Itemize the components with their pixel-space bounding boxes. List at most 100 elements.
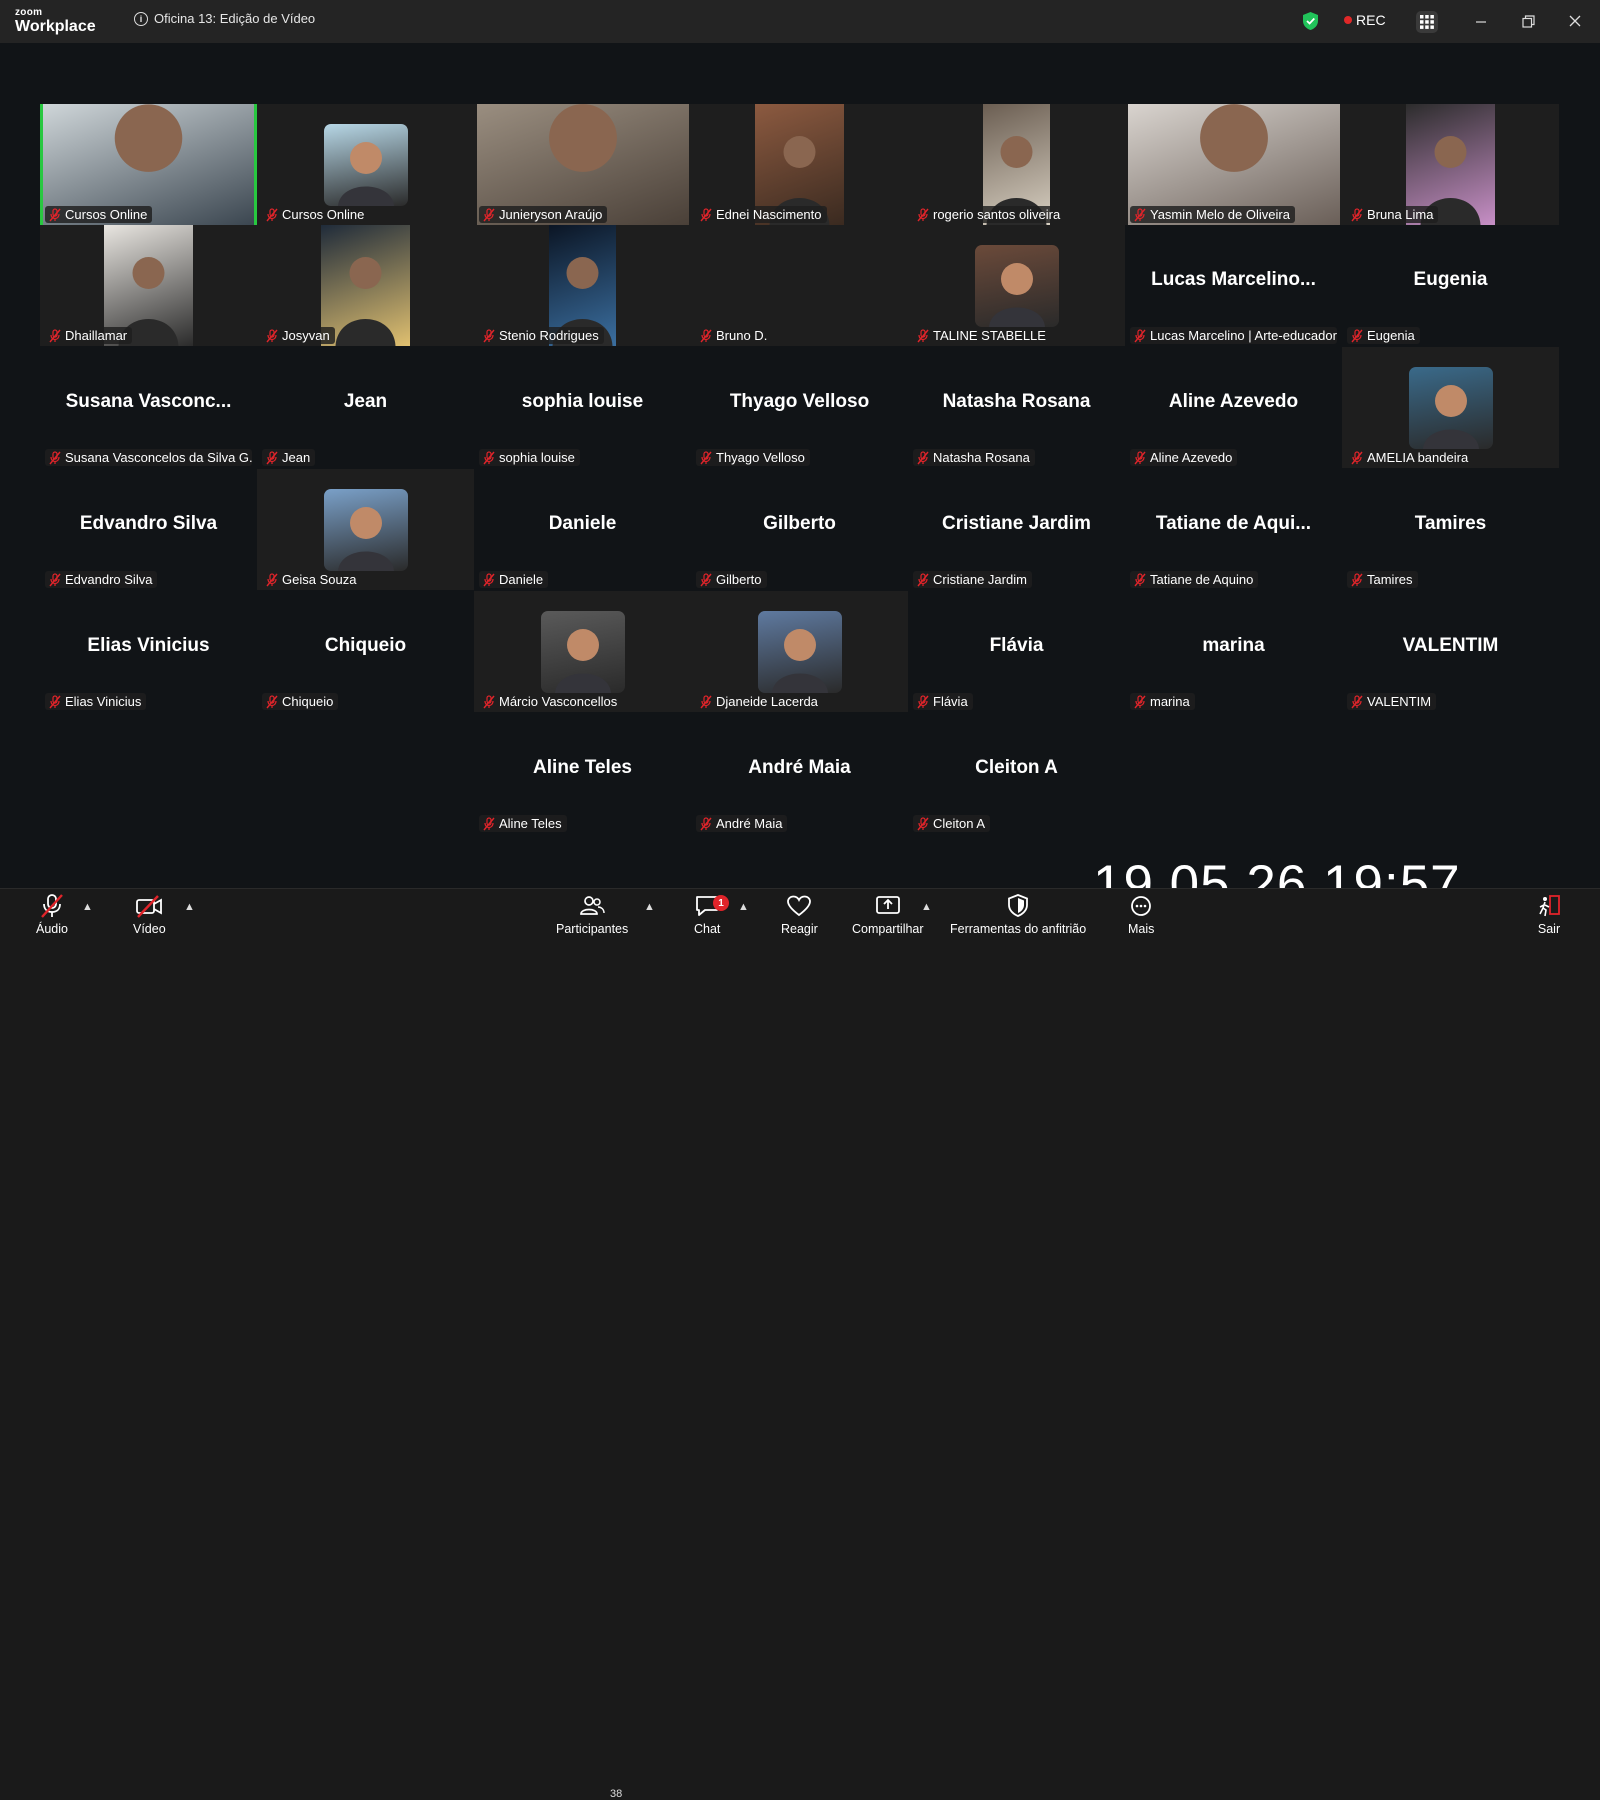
share-options-chevron-icon[interactable]: ▲ [921, 901, 932, 913]
participant-tile[interactable]: Márcio Vasconcellos [474, 591, 691, 712]
participant-tile[interactable]: André Maia André Maia [691, 713, 908, 834]
title-bar: zoom Workplace i Oficina 13: Edição de V… [0, 0, 1600, 43]
apps-grid-icon[interactable] [1416, 11, 1438, 33]
muted-mic-icon [917, 572, 929, 586]
participant-tile[interactable]: Tamires Tamires [1342, 469, 1559, 590]
participant-avatar [540, 611, 625, 693]
minimize-icon[interactable] [1469, 10, 1493, 32]
participant-tile[interactable]: Daniele Daniele [474, 469, 691, 590]
participant-name: sophia louise [499, 450, 575, 465]
encryption-shield-icon[interactable] [1302, 11, 1319, 36]
participant-display-name: Tamires [1414, 513, 1487, 534]
participant-tile[interactable]: Cristiane Jardim Cristiane Jardim [908, 469, 1125, 590]
muted-mic-icon [1351, 207, 1363, 221]
muted-mic-icon [1134, 207, 1146, 221]
participant-tile[interactable]: sophia louise sophia louise [474, 347, 691, 468]
participant-tile[interactable]: Cleiton A Cleiton A [908, 713, 1125, 834]
participant-name: Cursos Online [282, 207, 365, 222]
audio-options-chevron-icon[interactable]: ▲ [82, 901, 93, 913]
participant-name-tag: AMELIA bandeira [1347, 449, 1474, 466]
participant-tile[interactable]: marina marina [1125, 591, 1342, 712]
participant-tile[interactable]: Bruna Lima [1342, 104, 1559, 225]
participant-name-tag: Djaneide Lacerda [696, 693, 823, 710]
muted-mic-icon [1351, 572, 1363, 586]
info-icon[interactable]: i [134, 11, 148, 26]
participant-tile[interactable]: Natasha Rosana Natasha Rosana [908, 347, 1125, 468]
host-tools-button[interactable]: Ferramentas do anfitrião [950, 893, 1086, 936]
participant-tile[interactable]: Junieryson Araújo [474, 104, 691, 225]
participant-tile[interactable]: Eugenia Eugenia [1342, 225, 1559, 346]
meeting-info[interactable]: i Oficina 13: Edição de Vídeo [134, 11, 315, 26]
participant-display-name: marina [1202, 635, 1265, 656]
participant-tile[interactable]: Susana Vasconc... Susana Vasconcelos da S… [40, 347, 257, 468]
chat-options-chevron-icon[interactable]: ▲ [738, 901, 749, 913]
muted-mic-icon [917, 694, 929, 708]
participant-tile[interactable]: Aline Teles Aline Teles [474, 713, 691, 834]
participant-tile[interactable]: Chiqueio Chiqueio [257, 591, 474, 712]
participant-avatar [323, 124, 408, 206]
muted-mic-icon [483, 572, 495, 586]
participant-name: Yasmin Melo de Oliveira [1150, 207, 1290, 222]
participant-avatar [974, 245, 1059, 327]
leave-label: Sair [1537, 922, 1561, 936]
participant-tile[interactable]: Josyvan [257, 225, 474, 346]
participant-display-name: Lucas Marcelino... [1151, 269, 1316, 290]
react-button[interactable]: Reagir [781, 893, 818, 936]
participant-tile[interactable]: Flávia Flávia [908, 591, 1125, 712]
participant-tile[interactable]: Cursos Online [257, 104, 474, 225]
recording-indicator[interactable]: REC [1344, 12, 1386, 28]
participant-display-name: Edvandro Silva [79, 513, 218, 534]
muted-mic-icon [1351, 694, 1363, 708]
participant-tile[interactable]: Thyago Velloso Thyago Velloso [691, 347, 908, 468]
participant-name: Tatiane de Aquino [1150, 572, 1254, 587]
participant-tile[interactable]: Dhaillamar [40, 225, 257, 346]
participant-tile[interactable]: Geisa Souza [257, 469, 474, 590]
participants-count: 38 [610, 1788, 623, 1800]
participant-tile[interactable]: Stenio Rodrigues [474, 225, 691, 346]
muted-mic-icon [917, 328, 929, 342]
participant-display-name: Eugenia [1413, 269, 1488, 290]
participants-button[interactable]: Participantes [556, 893, 628, 936]
share-screen-icon [875, 896, 900, 914]
audio-button[interactable]: Áudio [36, 893, 68, 936]
participant-display-name: Cristiane Jardim [942, 513, 1091, 534]
muted-mic-icon [1351, 328, 1363, 342]
participant-name: Josyvan [282, 328, 330, 343]
participant-tile[interactable]: Gilberto Gilberto [691, 469, 908, 590]
participant-tile[interactable]: Elias Vinicius Elias Vinicius [40, 591, 257, 712]
participant-name: Aline Teles [499, 816, 562, 831]
participant-name: Lucas Marcelino | Arte-educador [1150, 328, 1337, 343]
more-button[interactable]: Mais [1128, 893, 1154, 936]
participant-tile[interactable]: Cursos Online [40, 104, 257, 225]
muted-mic-icon [266, 572, 278, 586]
participant-tile[interactable]: Edvandro Silva Edvandro Silva [40, 469, 257, 590]
participant-tile[interactable]: Aline Azevedo Aline Azevedo [1125, 347, 1342, 468]
participant-tile[interactable]: Lucas Marcelino... Lucas Marcelino | Arte… [1125, 225, 1342, 346]
participant-display-name: Thyago Velloso [729, 391, 870, 412]
muted-mic-icon [266, 450, 278, 464]
participant-display-name: Chiqueio [324, 635, 407, 656]
participant-tile[interactable]: Ednei Nascimento [691, 104, 908, 225]
participant-tile[interactable]: Tatiane de Aqui... Tatiane de Aquino [1125, 469, 1342, 590]
participant-tile[interactable]: Djaneide Lacerda [691, 591, 908, 712]
chat-label: Chat [694, 922, 721, 936]
meeting-toolbar: Áudio ▲ Vídeo ▲ Participantes 38 ▲ Chat … [0, 888, 1600, 1800]
participant-name: André Maia [716, 816, 783, 831]
participants-options-chevron-icon[interactable]: ▲ [644, 901, 655, 913]
share-button[interactable]: Compartilhar [852, 893, 924, 936]
participant-tile[interactable]: rogerio santos oliveira [908, 104, 1125, 225]
muted-mic-icon [700, 694, 712, 708]
leave-button[interactable]: Sair [1536, 893, 1562, 936]
participant-tile[interactable]: VALENTIM VALENTIM [1342, 591, 1559, 712]
participant-tile[interactable]: Bruno D. [691, 225, 908, 346]
restore-icon[interactable] [1516, 10, 1540, 32]
participant-tile[interactable]: AMELIA bandeira [1342, 347, 1559, 468]
video-button[interactable]: Vídeo [133, 893, 166, 936]
participant-tile[interactable]: TALINE STABELLE [908, 225, 1125, 346]
muted-mic-icon [917, 207, 929, 221]
participant-tile[interactable]: Jean Jean [257, 347, 474, 468]
close-icon[interactable] [1563, 10, 1587, 32]
participant-tile[interactable]: Yasmin Melo de Oliveira [1125, 104, 1342, 225]
video-options-chevron-icon[interactable]: ▲ [184, 901, 195, 913]
video-label: Vídeo [133, 922, 166, 936]
